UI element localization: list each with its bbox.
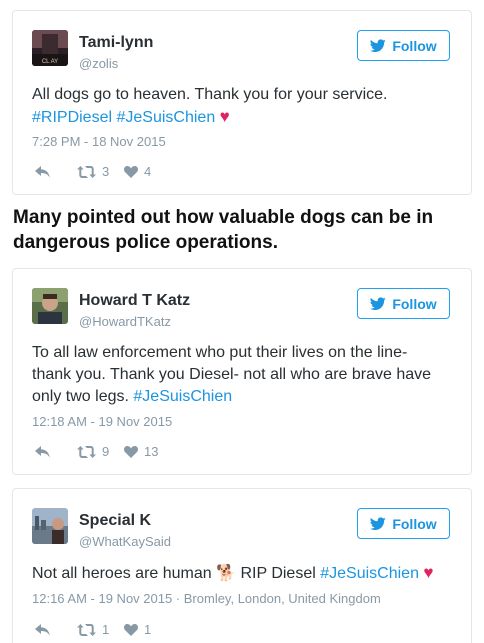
hashtag-link[interactable]: #JeSuisChien — [133, 388, 232, 405]
tweet-timestamp[interactable]: 12:18 AM - 19 Nov 2015 — [32, 414, 172, 429]
like-count: 13 — [144, 444, 159, 459]
avatar[interactable] — [32, 288, 68, 324]
tweet-actions: 1 1 — [35, 622, 151, 637]
reply-icon — [35, 623, 50, 636]
display-name[interactable]: Howard T Katz — [79, 292, 190, 310]
reply-action[interactable] — [35, 165, 77, 178]
tweet-timestamp[interactable]: 7:28 PM - 18 Nov 2015 — [32, 134, 166, 149]
tweet-text-line: Not all heroes are human — [32, 565, 212, 582]
tweet-text: Not all heroes are human 🐕 RIP Diesel #J… — [32, 562, 457, 585]
like-action[interactable]: 4 — [124, 164, 151, 179]
retweet-count: 1 — [102, 622, 110, 637]
heart-emoji: ♥ — [219, 107, 230, 126]
tweet-text-line: All dogs go to heaven. Thank you for you… — [32, 86, 388, 103]
reply-action[interactable] — [35, 445, 77, 458]
retweet-action[interactable]: 3 — [77, 164, 124, 179]
user-handle[interactable]: @HowardTKatz — [79, 314, 171, 329]
user-handle[interactable]: @zolis — [79, 56, 118, 71]
reply-icon — [35, 445, 50, 458]
tweet-text-line: To all law enforcement who put their liv… — [32, 344, 408, 361]
follow-label: Follow — [392, 295, 437, 312]
follow-button[interactable]: Follow — [357, 508, 450, 539]
user-handle[interactable]: @WhatKaySaid — [79, 534, 171, 549]
retweet-count: 3 — [102, 164, 110, 179]
retweet-icon — [77, 623, 96, 636]
like-action[interactable]: 1 — [124, 622, 151, 637]
follow-label: Follow — [392, 515, 437, 532]
retweet-icon — [77, 165, 96, 178]
display-name[interactable]: Tami-lynn — [79, 34, 153, 52]
tweet-actions: 9 13 — [35, 444, 158, 459]
like-heart-icon — [124, 623, 138, 636]
tweet-card: Special K @WhatKaySaid Follow Not all he… — [12, 488, 472, 643]
tweet-text-line: thank you. Thank you Diesel- not all who… — [32, 366, 432, 383]
hashtag-link[interactable]: #JeSuisChien — [116, 109, 215, 126]
follow-label: Follow — [392, 37, 437, 54]
heart-emoji: ♥ — [423, 563, 434, 582]
hashtag-link[interactable]: #RIPDiesel — [32, 109, 112, 126]
like-count: 1 — [144, 622, 152, 637]
article-caption: Many pointed out how valuable dogs can b… — [13, 205, 473, 255]
follow-button[interactable]: Follow — [357, 288, 450, 319]
tweet-text-line: RIP Diesel — [240, 565, 316, 582]
retweet-action[interactable]: 9 — [77, 444, 124, 459]
hashtag-link[interactable]: #JeSuisChien — [320, 565, 419, 582]
reply-action[interactable] — [35, 623, 77, 636]
twitter-bird-icon — [370, 516, 387, 530]
display-name[interactable]: Special K — [79, 512, 151, 530]
tweet-text: To all law enforcement who put their liv… — [32, 342, 457, 408]
like-count: 4 — [144, 164, 152, 179]
caption-line: Many pointed out how valuable dogs can b… — [13, 207, 434, 228]
like-heart-icon — [124, 445, 138, 458]
retweet-icon — [77, 445, 96, 458]
tweet-card: CL AY Tami-lynn @zolis Follow All dogs g… — [12, 10, 472, 195]
twitter-bird-icon — [370, 38, 387, 52]
dog-emoji: 🐕 — [216, 565, 237, 582]
tweet-timestamp[interactable]: 12:16 AM - 19 Nov 2015 · Bromley, London… — [32, 591, 381, 606]
like-heart-icon — [124, 165, 138, 178]
retweet-count: 9 — [102, 444, 110, 459]
tweet-actions: 3 4 — [35, 164, 151, 179]
follow-button[interactable]: Follow — [357, 30, 450, 61]
reply-icon — [35, 165, 50, 178]
avatar[interactable]: CL AY — [32, 30, 68, 66]
tweet-text-line: only two legs. — [32, 388, 129, 405]
tweet-card: Howard T Katz @HowardTKatz Follow To all… — [12, 268, 472, 475]
avatar[interactable] — [32, 508, 68, 544]
caption-line: dangerous police operations. — [13, 232, 278, 253]
avatar-text: CL AY — [42, 59, 58, 65]
twitter-bird-icon — [370, 296, 387, 310]
like-action[interactable]: 13 — [124, 444, 158, 459]
tweet-text: All dogs go to heaven. Thank you for you… — [32, 84, 457, 129]
retweet-action[interactable]: 1 — [77, 622, 124, 637]
